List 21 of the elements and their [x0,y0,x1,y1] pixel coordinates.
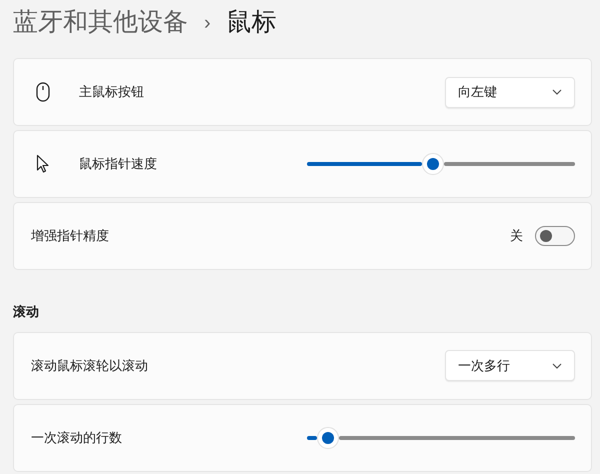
mouse-icon [36,82,50,102]
section-heading: 滚动 [13,303,40,321]
slider-thumb[interactable] [317,426,340,448]
chevron-down-icon [552,362,562,368]
breadcrumb-parent[interactable]: 蓝牙和其他设备 [13,4,188,42]
setting-label: 主鼠标按钮 [79,83,144,102]
toggle-switch[interactable] [535,226,575,246]
setting-label: 增强指针精度 [31,227,109,246]
dropdown[interactable]: 向左键 [445,76,575,108]
setting-label: 滚动鼠标滚轮以滚动 [31,356,148,375]
dropdown[interactable]: 一次多行 [445,350,575,381]
slider-thumb[interactable] [422,153,444,175]
setting-label: 一次滚动的行数 [31,428,122,447]
page-title: 鼠标 [226,7,277,38]
pointer-icon [36,154,50,174]
slider[interactable] [307,153,575,175]
slider[interactable] [307,426,575,448]
breadcrumb-separator: › [203,11,212,36]
setting-label: 鼠标指针速度 [79,155,157,174]
chevron-down-icon [552,89,562,95]
toggle-state: 关 [510,227,523,246]
